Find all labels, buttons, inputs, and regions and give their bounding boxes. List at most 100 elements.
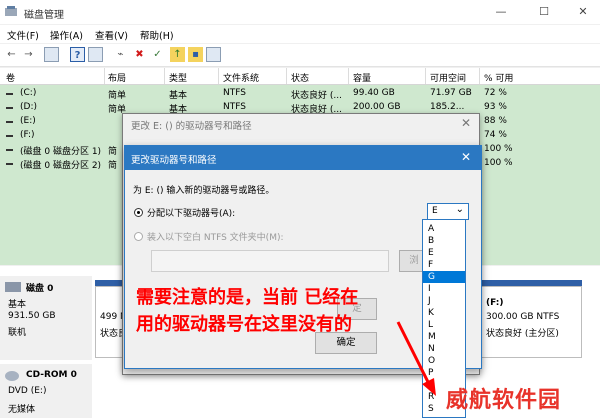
folder-up-icon[interactable]: ↑ bbox=[170, 47, 185, 62]
cell-volume: (D:) bbox=[20, 102, 37, 112]
console-tree-icon[interactable] bbox=[44, 47, 59, 62]
cell-capacity: 99.40 GB bbox=[353, 88, 395, 98]
col-separator bbox=[425, 68, 426, 84]
disk-0-status: 联机 bbox=[8, 328, 27, 338]
menu-bar: 文件(F) 操作(A) 查看(V) 帮助(H) bbox=[0, 25, 600, 43]
mount-path-input[interactable] bbox=[151, 250, 389, 272]
disk-0-header[interactable]: 磁盘 0 基本 931.50 GB 联机 bbox=[0, 276, 92, 360]
delete-icon[interactable]: ✖ bbox=[132, 47, 147, 62]
window-title: 磁盘管理 bbox=[24, 10, 64, 21]
title-bar: 磁盘管理 — ☐ ✕ bbox=[0, 0, 600, 24]
cell-percent-free: 88 % bbox=[484, 116, 507, 126]
col-percent-free[interactable]: % 可用 bbox=[484, 71, 513, 84]
selected-letter: E bbox=[432, 206, 438, 216]
col-separator bbox=[218, 68, 219, 84]
col-status[interactable]: 状态 bbox=[291, 71, 309, 84]
partition-f-size: 300.00 GB NTFS bbox=[486, 312, 560, 322]
dialog-prompt: 为 E: () 输入新的驱动器号或路径。 bbox=[133, 186, 275, 196]
folder-search-icon[interactable]: ▪ bbox=[188, 47, 203, 62]
volume-icon bbox=[6, 135, 13, 137]
col-capacity[interactable]: 容量 bbox=[353, 71, 371, 84]
volume-icon bbox=[6, 149, 13, 151]
cell-type: 基本 bbox=[169, 91, 188, 101]
annotation-arrow bbox=[396, 321, 436, 396]
col-filesystem[interactable]: 文件系统 bbox=[223, 71, 259, 84]
col-separator bbox=[479, 68, 480, 84]
cell-volume: (F:) bbox=[20, 130, 35, 140]
col-volume[interactable]: 卷 bbox=[6, 71, 15, 84]
dialog-title-bar: 更改驱动器号和路径 ✕ bbox=[125, 146, 481, 170]
volume-table-header: 卷 布局 类型 文件系统 状态 容量 可用空间 % 可用 bbox=[0, 68, 600, 85]
cdrom-0-header[interactable]: CD-ROM 0 DVD (E:) 无媒体 bbox=[0, 364, 92, 418]
annotation-text: 需要注意的是，当前 已经在用的驱动器号在这里没有的 bbox=[136, 287, 359, 335]
checklist-icon[interactable]: ✓ bbox=[150, 47, 165, 62]
disk-0-size: 931.50 GB bbox=[8, 311, 56, 321]
drive-letter-select[interactable]: E ⌄ bbox=[427, 203, 469, 220]
cell-status: 状态良好 (... bbox=[291, 91, 342, 101]
drive-letter-option[interactable]: A bbox=[423, 223, 465, 235]
watermark-text: 威航软件园 bbox=[446, 388, 562, 413]
cdrom-icon bbox=[5, 371, 19, 381]
connect-icon[interactable]: ⌁ bbox=[113, 47, 128, 62]
col-layout[interactable]: 布局 bbox=[108, 71, 126, 84]
cell-volume: (磁盘 0 磁盘分区 1) bbox=[20, 147, 102, 157]
menu-file[interactable]: 文件(F) bbox=[7, 28, 39, 42]
dialog-close-icon[interactable]: ✕ bbox=[461, 150, 471, 164]
drive-letter-option[interactable]: J bbox=[423, 295, 465, 307]
drive-letter-option[interactable]: F bbox=[423, 259, 465, 271]
cell-percent-free: 72 % bbox=[484, 88, 507, 98]
drive-letter-option[interactable]: E bbox=[423, 247, 465, 259]
col-separator bbox=[286, 68, 287, 84]
drive-letter-option[interactable]: I bbox=[423, 283, 465, 295]
cell-layout: 简 bbox=[108, 147, 118, 157]
cell-volume: (E:) bbox=[20, 116, 36, 126]
dialog-back-title: 更改 E: () 的驱动器号和路径 bbox=[131, 121, 252, 132]
col-separator bbox=[164, 68, 165, 84]
back-icon[interactable]: ← bbox=[4, 47, 19, 62]
help-icon[interactable]: ? bbox=[70, 47, 85, 62]
cell-capacity: 200.00 GB bbox=[353, 102, 401, 112]
close-button[interactable]: ✕ bbox=[572, 4, 594, 20]
col-separator bbox=[348, 68, 349, 84]
maximize-button[interactable]: ☐ bbox=[533, 4, 555, 20]
cell-layout: 简单 bbox=[108, 91, 127, 101]
disk-management-icon bbox=[5, 6, 17, 16]
view-icon[interactable] bbox=[206, 47, 221, 62]
partition-f-name: (F:) bbox=[486, 298, 504, 308]
minimize-button[interactable]: — bbox=[490, 4, 512, 20]
drive-letter-option-highlighted[interactable]: G bbox=[423, 271, 465, 283]
assign-letter-label: 分配以下驱动器号(A): bbox=[147, 209, 236, 219]
partition-f[interactable]: (F:) 300.00 GB NTFS 状态良好 (主分区) bbox=[478, 286, 582, 358]
cell-filesystem: NTFS bbox=[223, 102, 246, 112]
menu-view[interactable]: 查看(V) bbox=[95, 28, 128, 42]
assign-letter-radio[interactable] bbox=[134, 208, 143, 217]
drive-letter-option[interactable]: B bbox=[423, 235, 465, 247]
cdrom-name: CD-ROM 0 bbox=[26, 370, 77, 380]
cell-free-space: 71.97 GB bbox=[430, 88, 472, 98]
col-free-space[interactable]: 可用空间 bbox=[430, 71, 466, 84]
cell-percent-free: 100 % bbox=[484, 158, 513, 168]
disk-0-type: 基本 bbox=[8, 300, 27, 310]
volume-icon bbox=[6, 163, 13, 165]
col-separator bbox=[104, 68, 105, 84]
dialog-back-close-icon[interactable]: ✕ bbox=[461, 116, 471, 130]
menu-action[interactable]: 操作(A) bbox=[50, 28, 83, 42]
menu-help[interactable]: 帮助(H) bbox=[140, 28, 174, 42]
cell-percent-free: 100 % bbox=[484, 144, 513, 154]
cdrom-type: DVD (E:) bbox=[8, 386, 47, 396]
disk-0-name: 磁盘 0 bbox=[26, 284, 54, 294]
mount-folder-radio[interactable] bbox=[134, 232, 143, 241]
properties-icon[interactable] bbox=[88, 47, 103, 62]
partition-f-status: 状态良好 (主分区) bbox=[486, 329, 559, 339]
volume-icon bbox=[6, 93, 13, 95]
cell-percent-free: 74 % bbox=[484, 130, 507, 140]
chevron-down-icon: ⌄ bbox=[455, 204, 464, 215]
cell-layout: 简 bbox=[108, 161, 118, 171]
cell-free-space: 185.2... bbox=[430, 102, 465, 112]
table-row[interactable]: (C:) 简单 基本 NTFS 状态良好 (... 99.40 GB 71.97… bbox=[0, 87, 600, 101]
cell-volume: (C:) bbox=[20, 88, 37, 98]
col-type[interactable]: 类型 bbox=[169, 71, 187, 84]
dialog-title: 更改驱动器号和路径 bbox=[131, 155, 217, 166]
disk-icon bbox=[5, 282, 21, 292]
forward-icon[interactable]: → bbox=[21, 47, 36, 62]
